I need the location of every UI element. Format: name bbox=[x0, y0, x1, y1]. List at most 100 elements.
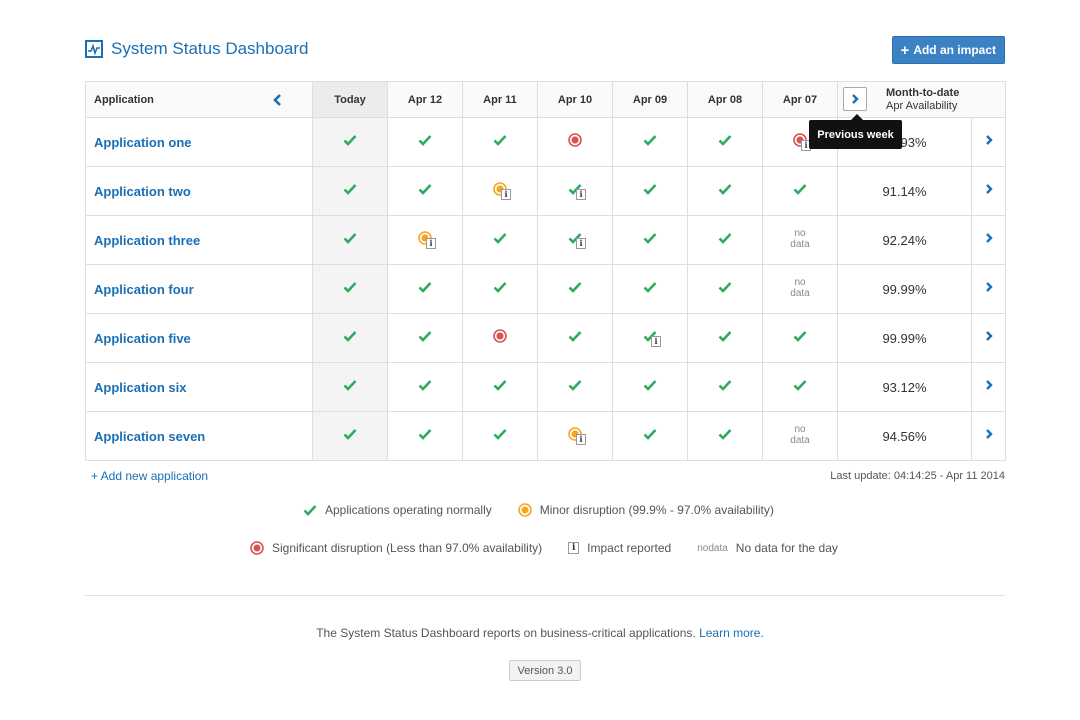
row-detail-button[interactable] bbox=[971, 362, 1006, 412]
learn-more-link[interactable]: Learn more. bbox=[699, 626, 764, 640]
status-cell: no data bbox=[762, 264, 838, 314]
divider bbox=[85, 595, 1005, 596]
status-cell: no data bbox=[762, 411, 838, 461]
application-name-link[interactable]: Application four bbox=[85, 264, 313, 314]
table-body: Application one i 99.93% Application two i i 9… bbox=[85, 117, 1006, 461]
legend-nodata-label: No data for the day bbox=[735, 541, 838, 555]
status-indicator: i bbox=[641, 327, 661, 347]
status-cell bbox=[687, 166, 763, 216]
next-week-button[interactable] bbox=[843, 87, 867, 111]
status-cell bbox=[612, 166, 688, 216]
row-detail-button[interactable] bbox=[971, 411, 1006, 461]
check-icon bbox=[568, 379, 582, 391]
add-impact-button[interactable]: + Add an impact bbox=[891, 36, 1005, 64]
column-header-label: Today bbox=[334, 93, 366, 106]
column-header-label: Apr 08 bbox=[707, 93, 743, 106]
status-cell[interactable]: i bbox=[462, 166, 538, 216]
row-detail-button[interactable] bbox=[971, 264, 1006, 314]
check-icon bbox=[718, 232, 732, 244]
legend-ok: Applications operating normally bbox=[303, 503, 492, 517]
application-name-link[interactable]: Application five bbox=[85, 313, 313, 363]
check-icon bbox=[418, 134, 432, 146]
check-icon bbox=[493, 232, 507, 244]
chevron-left-icon[interactable] bbox=[272, 93, 284, 107]
column-header-apr10: Apr 10 bbox=[537, 81, 613, 118]
status-indicator bbox=[716, 327, 734, 345]
legend-ok-label: Applications operating normally bbox=[325, 503, 492, 517]
application-header-label: Application bbox=[94, 93, 154, 106]
no-data-marker: no data bbox=[697, 542, 728, 554]
last-update-text: Last update: 04:14:25 - Apr 11 2014 bbox=[830, 470, 1005, 482]
status-cell bbox=[612, 117, 688, 167]
status-cell bbox=[462, 117, 538, 167]
status-cell[interactable]: i bbox=[612, 313, 688, 363]
status-cell[interactable]: i bbox=[537, 215, 613, 265]
check-icon bbox=[343, 379, 357, 391]
application-name-link[interactable]: Application six bbox=[85, 362, 313, 412]
status-indicator bbox=[641, 376, 659, 394]
application-name-link[interactable]: Application one bbox=[85, 117, 313, 167]
status-indicator bbox=[641, 278, 659, 296]
check-icon bbox=[568, 281, 582, 293]
legend-minor: Minor disruption (99.9% - 97.0% availabi… bbox=[517, 503, 774, 517]
status-indicator bbox=[416, 180, 434, 198]
status-indicator bbox=[491, 131, 509, 149]
check-icon bbox=[718, 183, 732, 195]
legend-impact-label: Impact reported bbox=[587, 541, 672, 555]
row-detail-button[interactable] bbox=[971, 166, 1006, 216]
info-icon[interactable]: i bbox=[651, 335, 661, 347]
status-indicator bbox=[416, 425, 434, 443]
check-icon bbox=[343, 134, 357, 146]
info-icon[interactable]: i bbox=[501, 188, 511, 200]
status-indicator bbox=[341, 229, 359, 247]
status-cell bbox=[387, 117, 463, 167]
application-name-link[interactable]: Application seven bbox=[85, 411, 313, 461]
pulse-chart-icon bbox=[85, 40, 103, 58]
application-name-link[interactable]: Application three bbox=[85, 215, 313, 265]
status-indicator bbox=[341, 278, 359, 296]
footer-text: The System Status Dashboard reports on b… bbox=[0, 626, 1080, 640]
column-header-label: Apr 10 bbox=[557, 93, 593, 106]
info-icon[interactable]: i bbox=[576, 433, 586, 445]
status-cell bbox=[312, 215, 388, 265]
status-cell bbox=[312, 411, 388, 461]
status-indicator bbox=[641, 180, 659, 198]
check-icon bbox=[418, 330, 432, 342]
status-cell[interactable]: i bbox=[537, 411, 613, 461]
status-cell bbox=[762, 313, 838, 363]
application-name-link[interactable]: Application two bbox=[85, 166, 313, 216]
status-indicator bbox=[491, 425, 509, 443]
status-indicator bbox=[341, 425, 359, 443]
check-icon bbox=[718, 330, 732, 342]
row-detail-button[interactable] bbox=[971, 117, 1006, 167]
info-icon[interactable]: i bbox=[576, 237, 586, 249]
info-icon[interactable]: i bbox=[576, 188, 586, 200]
status-indicator bbox=[416, 278, 434, 296]
row-detail-button[interactable] bbox=[971, 313, 1006, 363]
check-icon bbox=[793, 330, 807, 342]
column-header-label: Apr 09 bbox=[632, 93, 668, 106]
chevron-right-icon bbox=[985, 233, 993, 243]
status-cell bbox=[387, 264, 463, 314]
status-cell[interactable]: i bbox=[387, 215, 463, 265]
status-cell bbox=[687, 264, 763, 314]
month-to-date-value: 99.99% bbox=[837, 313, 972, 363]
add-application-link[interactable]: + Add new application bbox=[91, 469, 208, 483]
chevron-right-icon bbox=[985, 331, 993, 341]
row-detail-button[interactable] bbox=[971, 215, 1006, 265]
check-icon bbox=[343, 183, 357, 195]
status-cell bbox=[312, 166, 388, 216]
status-cell bbox=[462, 215, 538, 265]
status-cell bbox=[462, 362, 538, 412]
check-icon bbox=[718, 134, 732, 146]
status-indicator: i bbox=[566, 425, 586, 445]
status-indicator bbox=[716, 180, 734, 198]
status-cell bbox=[312, 362, 388, 412]
status-cell[interactable]: i bbox=[537, 166, 613, 216]
status-cell bbox=[612, 215, 688, 265]
status-indicator bbox=[566, 376, 584, 394]
check-icon bbox=[643, 428, 657, 440]
info-icon[interactable]: i bbox=[426, 237, 436, 249]
chevron-right-icon bbox=[985, 282, 993, 292]
no-data-marker: no data bbox=[790, 424, 810, 446]
